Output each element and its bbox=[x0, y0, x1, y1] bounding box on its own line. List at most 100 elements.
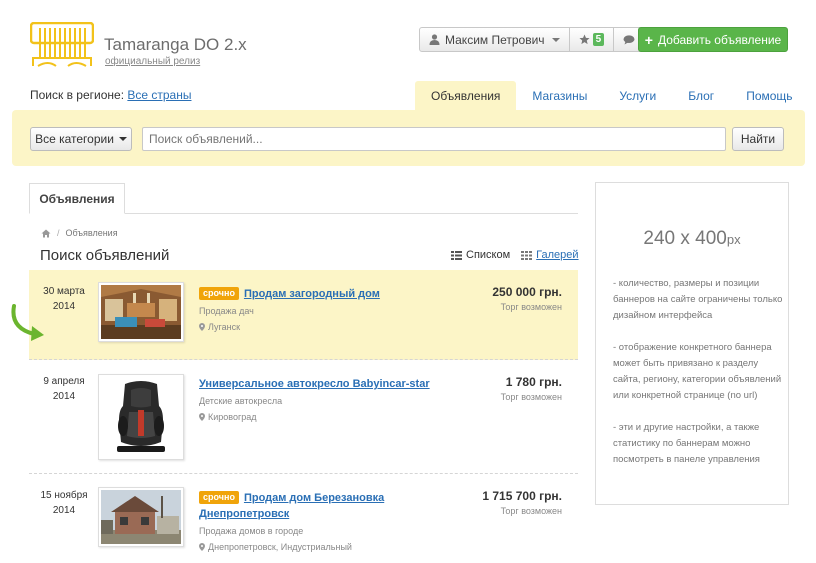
user-name: Максим Петрович bbox=[445, 32, 545, 47]
logo-icon[interactable] bbox=[30, 22, 94, 68]
listing-title-link[interactable]: Продам загородный дом bbox=[244, 288, 380, 300]
user-menu-button[interactable]: Максим Петрович bbox=[420, 28, 570, 51]
main-nav: Объявления Магазины Услуги Блог Помощь bbox=[415, 81, 809, 110]
listing-bargain: Торг возможен bbox=[500, 302, 562, 312]
listing-price-value: 1 715 700 грн. bbox=[482, 489, 562, 503]
page-title: Поиск объявлений bbox=[40, 247, 170, 264]
listing-info: срочно Продам загородный дом Продажа дач … bbox=[199, 286, 449, 332]
favorites-count-badge: 5 bbox=[592, 33, 605, 46]
favorites-button[interactable]: 5 bbox=[570, 28, 615, 51]
list-item[interactable]: 30 марта 2014 срочно Продам загородный до… bbox=[29, 270, 578, 360]
star-icon bbox=[579, 34, 590, 45]
listing-location-text: Луганск bbox=[208, 322, 241, 332]
tab-shops[interactable]: Магазины bbox=[516, 81, 603, 110]
chat-icon bbox=[623, 34, 635, 44]
banner-note: - количество, размеры и позиции баннеров… bbox=[613, 278, 783, 321]
tab-help[interactable]: Помощь bbox=[730, 81, 808, 110]
listing-bargain: Торг возможен bbox=[500, 392, 562, 402]
listing-location: Кировоград bbox=[199, 412, 449, 422]
map-pin-icon bbox=[199, 413, 205, 421]
listing-day: 9 апреля bbox=[43, 376, 85, 387]
breadcrumb-current: Объявления bbox=[65, 228, 118, 238]
listing-price: 1 780 грн. Торг возможен bbox=[422, 375, 562, 402]
listing-bargain: Торг возможен bbox=[500, 506, 562, 516]
listing-day: 30 марта bbox=[43, 286, 85, 297]
view-list-button[interactable]: Списком bbox=[451, 249, 510, 261]
search-button[interactable]: Найти bbox=[732, 127, 784, 151]
region-selector: Поиск в регионе: Все страны bbox=[30, 88, 191, 102]
listing-info: срочно Продам дом Березановка Днепропетро… bbox=[199, 490, 449, 552]
region-label: Поиск в регионе: bbox=[30, 88, 125, 102]
listing-location: Луганск bbox=[199, 322, 449, 332]
view-gallery-button[interactable]: Галерей bbox=[521, 249, 579, 261]
banner-size: 240 x 400px bbox=[596, 228, 788, 250]
listing-title-link[interactable]: Универсальное автокресло Babyincar-star bbox=[199, 378, 430, 390]
listing-price-value: 1 780 грн. bbox=[505, 375, 562, 389]
chevron-down-icon bbox=[118, 137, 127, 141]
tab-blog[interactable]: Блог bbox=[672, 81, 730, 110]
house-interior-image bbox=[101, 285, 181, 339]
listing-title-row: Универсальное автокресло Babyincar-star bbox=[199, 376, 449, 392]
list-icon bbox=[451, 250, 462, 260]
breadcrumb: / Объявления bbox=[41, 228, 118, 238]
listing-category: Продажа дач bbox=[199, 306, 254, 316]
listing-year: 2014 bbox=[52, 505, 76, 516]
add-listing-label: Добавить объявление bbox=[657, 32, 782, 47]
add-listing-button[interactable]: + Добавить объявление bbox=[638, 27, 788, 52]
listing-price: 1 715 700 грн. Торг возможен bbox=[422, 489, 562, 516]
listings-list: 30 марта 2014 срочно Продам загородный до… bbox=[29, 270, 578, 563]
listing-thumbnail[interactable] bbox=[98, 374, 184, 460]
banner-size-value: 240 x 400 bbox=[643, 228, 727, 249]
category-dropdown[interactable]: Все категории bbox=[30, 127, 132, 151]
listing-category: Продажа домов в городе bbox=[199, 526, 304, 536]
car-seat-image bbox=[117, 381, 165, 452]
listing-year: 2014 bbox=[52, 391, 76, 402]
view-list-label: Списком bbox=[466, 249, 511, 261]
region-link[interactable]: Все страны bbox=[127, 88, 191, 102]
view-switcher: Списком Галерей bbox=[451, 249, 579, 261]
home-icon[interactable] bbox=[41, 229, 51, 238]
search-bar: Все категории Найти bbox=[12, 110, 805, 166]
map-pin-icon bbox=[199, 543, 205, 551]
list-item[interactable]: 9 апреля 2014 Универсальное автокресло B… bbox=[29, 360, 578, 474]
listing-info: Универсальное автокресло Babyincar-star … bbox=[199, 376, 449, 422]
user-icon bbox=[429, 34, 440, 45]
banner-size-unit: px bbox=[726, 232, 741, 247]
listing-title-row: срочно Продам загородный дом bbox=[199, 286, 449, 302]
user-toolbar: Максим Петрович 5 bbox=[419, 27, 646, 52]
list-item[interactable]: 15 ноября 2014 срочно Продам дом Березано… bbox=[29, 474, 578, 563]
listing-thumbnail[interactable] bbox=[98, 487, 184, 547]
breadcrumb-separator: / bbox=[57, 228, 60, 238]
listing-price-value: 250 000 грн. bbox=[492, 285, 562, 299]
brand-name[interactable]: Tamaranga DO 2.x bbox=[104, 35, 247, 55]
plus-icon: + bbox=[644, 31, 653, 48]
search-input[interactable] bbox=[142, 127, 726, 151]
content-tab-listings[interactable]: Объявления bbox=[29, 183, 125, 214]
urgent-badge: срочно bbox=[199, 491, 239, 504]
banner-notes: - количество, размеры и позиции баннеров… bbox=[613, 276, 783, 484]
banner-placeholder[interactable]: 240 x 400px - количество, размеры и пози… bbox=[595, 182, 789, 505]
map-pin-icon bbox=[199, 323, 205, 331]
listing-date: 15 ноября 2014 bbox=[29, 488, 99, 518]
house-exterior-image bbox=[101, 490, 181, 544]
banner-note: - эти и другие настройки, а также статис… bbox=[613, 422, 760, 465]
listing-day: 15 ноября bbox=[40, 490, 88, 501]
listing-location-text: Днепропетровск, Индустриальный bbox=[208, 542, 352, 552]
tab-services[interactable]: Услуги bbox=[603, 81, 672, 110]
chevron-down-icon bbox=[551, 37, 560, 42]
listing-location-text: Кировоград bbox=[208, 412, 257, 422]
tab-listings[interactable]: Объявления bbox=[415, 81, 517, 110]
category-dropdown-label: Все категории bbox=[35, 132, 114, 146]
listing-category: Детские автокресла bbox=[199, 396, 283, 406]
brand-subtitle[interactable]: официальный релиз bbox=[105, 56, 200, 67]
listing-date: 9 апреля 2014 bbox=[29, 374, 99, 404]
listing-price: 250 000 грн. Торг возможен bbox=[422, 285, 562, 312]
listing-thumbnail[interactable] bbox=[98, 282, 184, 342]
view-gallery-label: Галерей bbox=[536, 249, 579, 261]
listing-title-row: срочно Продам дом Березановка Днепропетро… bbox=[199, 490, 449, 522]
listing-location: Днепропетровск, Индустриальный bbox=[199, 542, 449, 552]
grid-icon bbox=[521, 250, 533, 260]
curved-arrow-icon bbox=[11, 304, 44, 341]
banner-note: - отображение конкретного баннера может … bbox=[613, 342, 782, 401]
urgent-badge: срочно bbox=[199, 287, 239, 300]
